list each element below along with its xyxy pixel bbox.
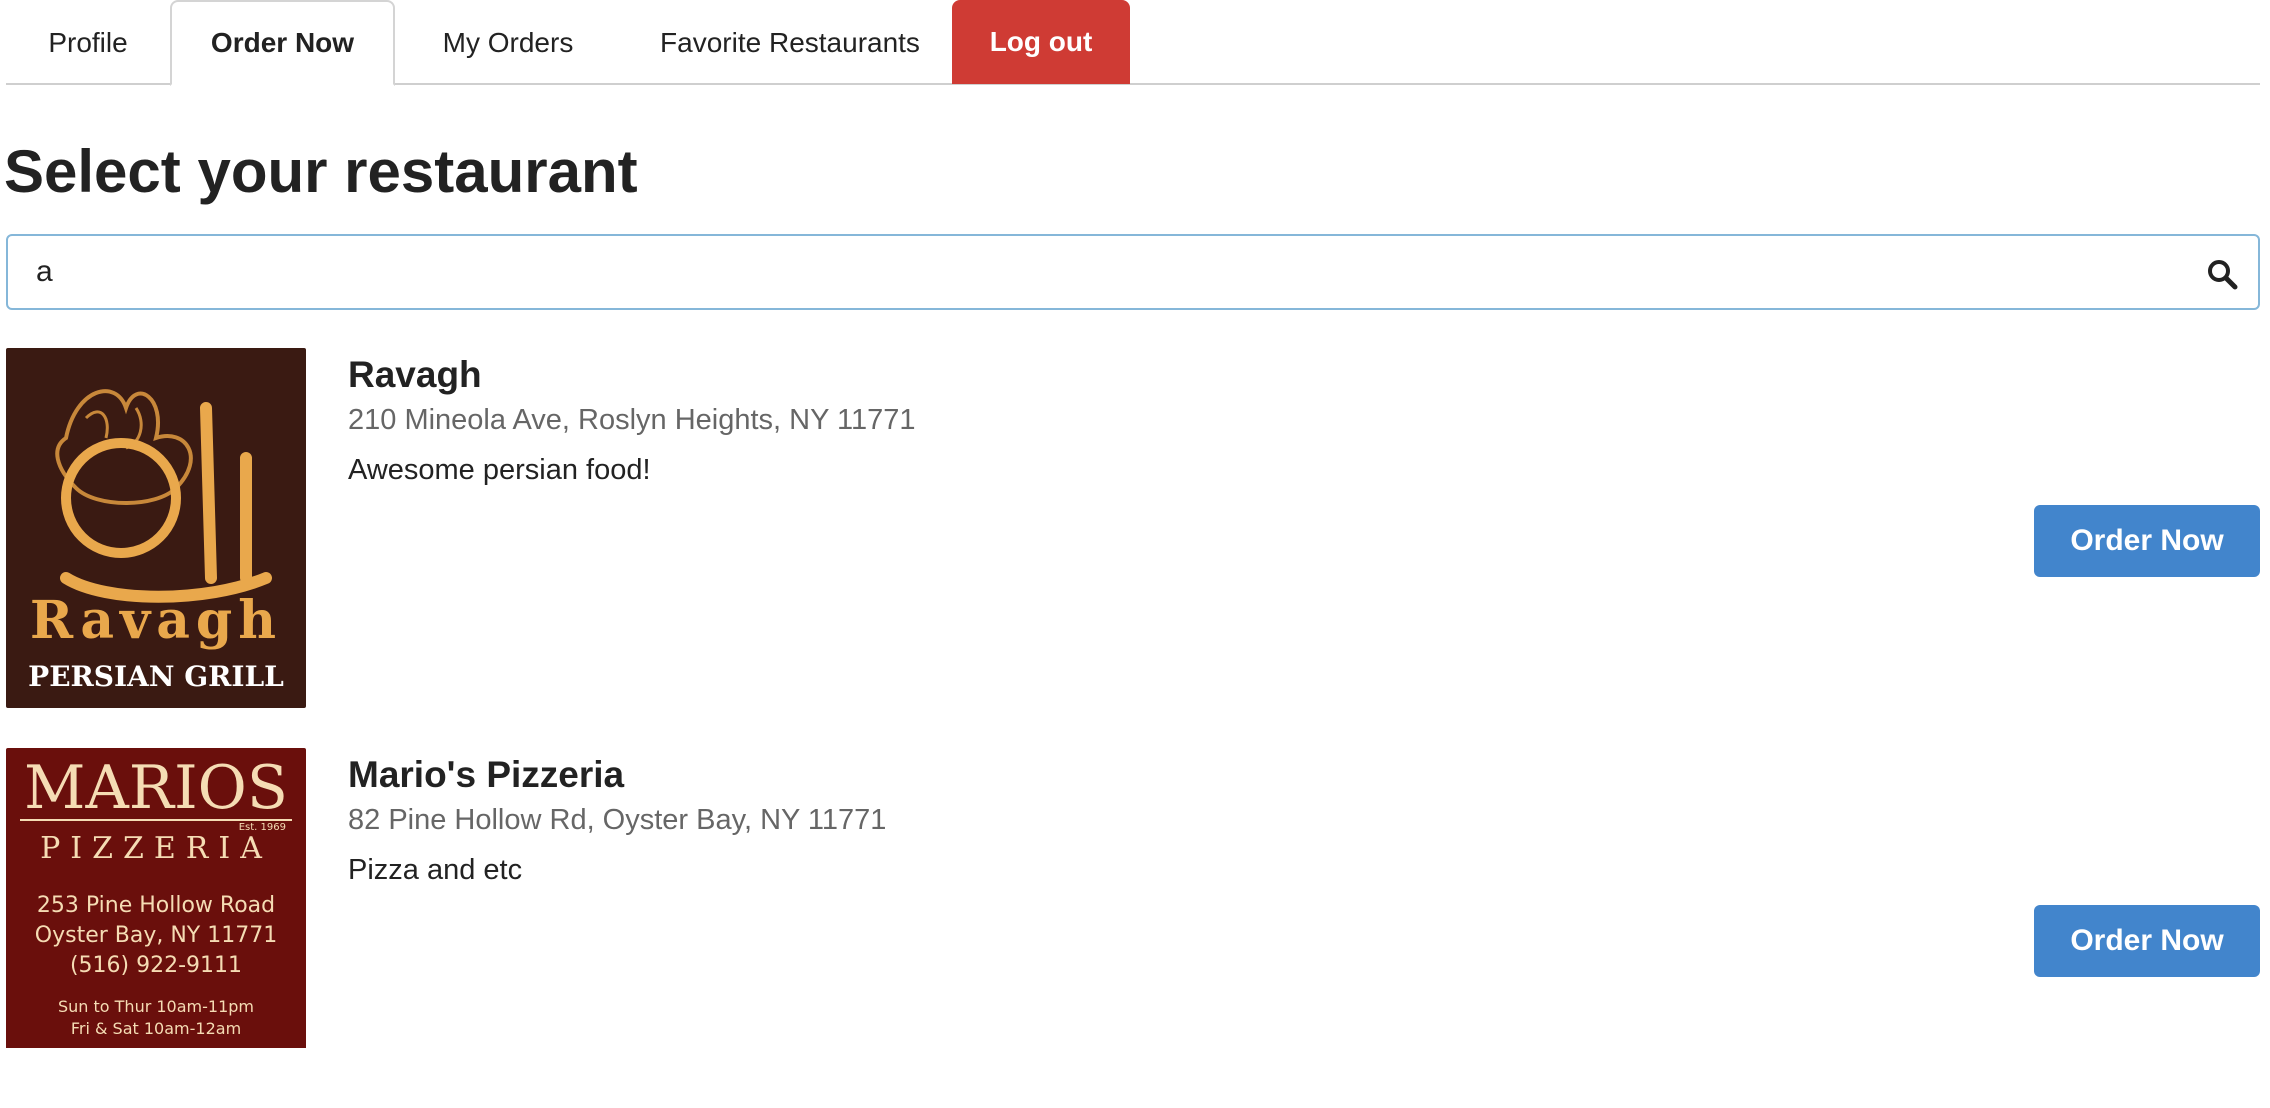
restaurant-name: Mario's Pizzeria	[348, 754, 625, 795]
logout-button[interactable]: Log out	[952, 0, 1130, 84]
restaurant-logo-ravagh: Ravagh PERSIAN GRILL	[6, 348, 306, 708]
search-icon[interactable]	[2206, 258, 2238, 290]
page: Profile Order Now My Orders Favorite Res…	[0, 0, 2270, 1100]
search-bar	[6, 234, 2260, 310]
restaurant-description: Pizza and etc	[348, 854, 523, 886]
logo-phone: (516) 922-9111	[70, 953, 242, 978]
tab-order-now[interactable]: Order Now	[170, 0, 395, 86]
restaurant-address: 82 Pine Hollow Rd, Oyster Bay, NY 11771	[348, 804, 887, 836]
logo-title-text: MARIOS	[24, 753, 288, 823]
restaurant-address: 210 Mineola Ave, Roslyn Heights, NY 1177…	[348, 404, 916, 436]
order-now-button[interactable]: Order Now	[2034, 905, 2260, 977]
logo-subtitle-text: PERSIAN GRILL	[28, 660, 284, 693]
main-tabs: Profile Order Now My Orders Favorite Res…	[6, 0, 2260, 86]
order-now-button[interactable]: Order Now	[2034, 505, 2260, 577]
logo-hours2: Fri & Sat 10am-12am	[71, 1019, 241, 1038]
restaurant-item: MARIOS Est. 1969 PIZZERIA 253 Pine Hollo…	[6, 748, 2260, 1108]
logo-hours1: Sun to Thur 10am-11pm	[58, 997, 254, 1016]
search-input[interactable]	[34, 250, 2164, 294]
page-title: Select your restaurant	[4, 138, 638, 205]
logo-title-text: Ravagh	[30, 590, 282, 651]
tab-my-orders[interactable]: My Orders	[406, 0, 610, 85]
restaurant-description: Awesome persian food!	[348, 454, 651, 486]
restaurant-name: Ravagh	[348, 354, 482, 395]
restaurant-logo-marios: MARIOS Est. 1969 PIZZERIA 253 Pine Hollo…	[6, 748, 306, 1108]
restaurant-item: Ravagh PERSIAN GRILL Ravagh 210 Mineola …	[6, 348, 2260, 708]
tab-favorite-restaurants[interactable]: Favorite Restaurants	[626, 0, 954, 85]
logo-address-line2: Oyster Bay, NY 11771	[35, 923, 277, 948]
logo-address-line1: 253 Pine Hollow Road	[37, 893, 275, 918]
tab-profile[interactable]: Profile	[6, 0, 170, 85]
logo-subtitle-text: PIZZERIA	[40, 831, 272, 866]
